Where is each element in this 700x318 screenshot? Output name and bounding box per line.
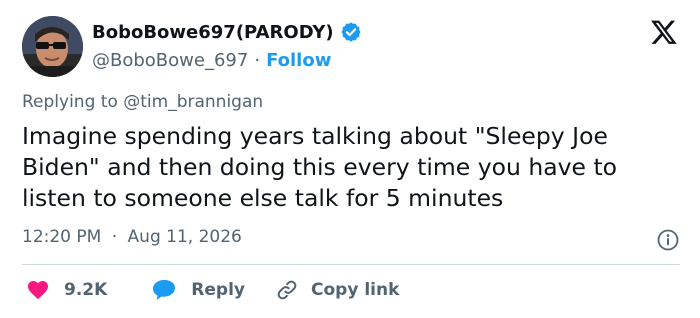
action-bar: 9.2K Reply Copy link — [26, 276, 399, 304]
reply-button[interactable]: Reply — [151, 278, 245, 302]
author-handle-row: @BoboBowe_697 · Follow — [92, 47, 331, 73]
link-icon — [277, 280, 297, 300]
divider — [22, 264, 680, 265]
copy-link-label: Copy link — [311, 280, 400, 300]
verified-badge-icon — [340, 22, 361, 42]
avatar[interactable] — [22, 16, 83, 77]
like-button[interactable]: 9.2K — [26, 278, 107, 302]
tweet-timestamp[interactable]: 12:20 PM · Aug 11, 2026 — [22, 227, 242, 247]
speech-bubble-icon — [153, 280, 176, 300]
avatar-image — [22, 16, 83, 77]
heart-icon — [28, 281, 48, 300]
copy-link-button[interactable]: Copy link — [275, 278, 399, 302]
info-icon[interactable] — [656, 228, 680, 252]
tweet-text: Imagine spending years talking about "Sl… — [22, 122, 618, 212]
author-display-name[interactable]: BoboBowe697(PARODY) — [92, 22, 334, 43]
x-logo-icon[interactable] — [650, 18, 678, 46]
tweet-time: 12:20 PM — [22, 227, 102, 247]
follow-button[interactable]: Follow — [266, 50, 331, 71]
handle-separator: · — [254, 49, 261, 71]
like-count: 9.2K — [64, 280, 108, 300]
timestamp-separator: · — [111, 227, 118, 247]
author-handle[interactable]: @BoboBowe_697 — [92, 50, 248, 71]
author-name-row: BoboBowe697(PARODY) — [92, 18, 362, 46]
replying-target-handle[interactable]: @tim_brannigan — [123, 92, 263, 112]
tweet-card: BoboBowe697(PARODY) @BoboBowe_697 · Foll… — [0, 0, 700, 318]
tweet-date: Aug 11, 2026 — [127, 227, 242, 247]
reply-label: Reply — [191, 280, 245, 300]
replying-prefix: Replying to — [22, 92, 118, 112]
replying-to-line: Replying to @tim_brannigan — [22, 92, 263, 112]
